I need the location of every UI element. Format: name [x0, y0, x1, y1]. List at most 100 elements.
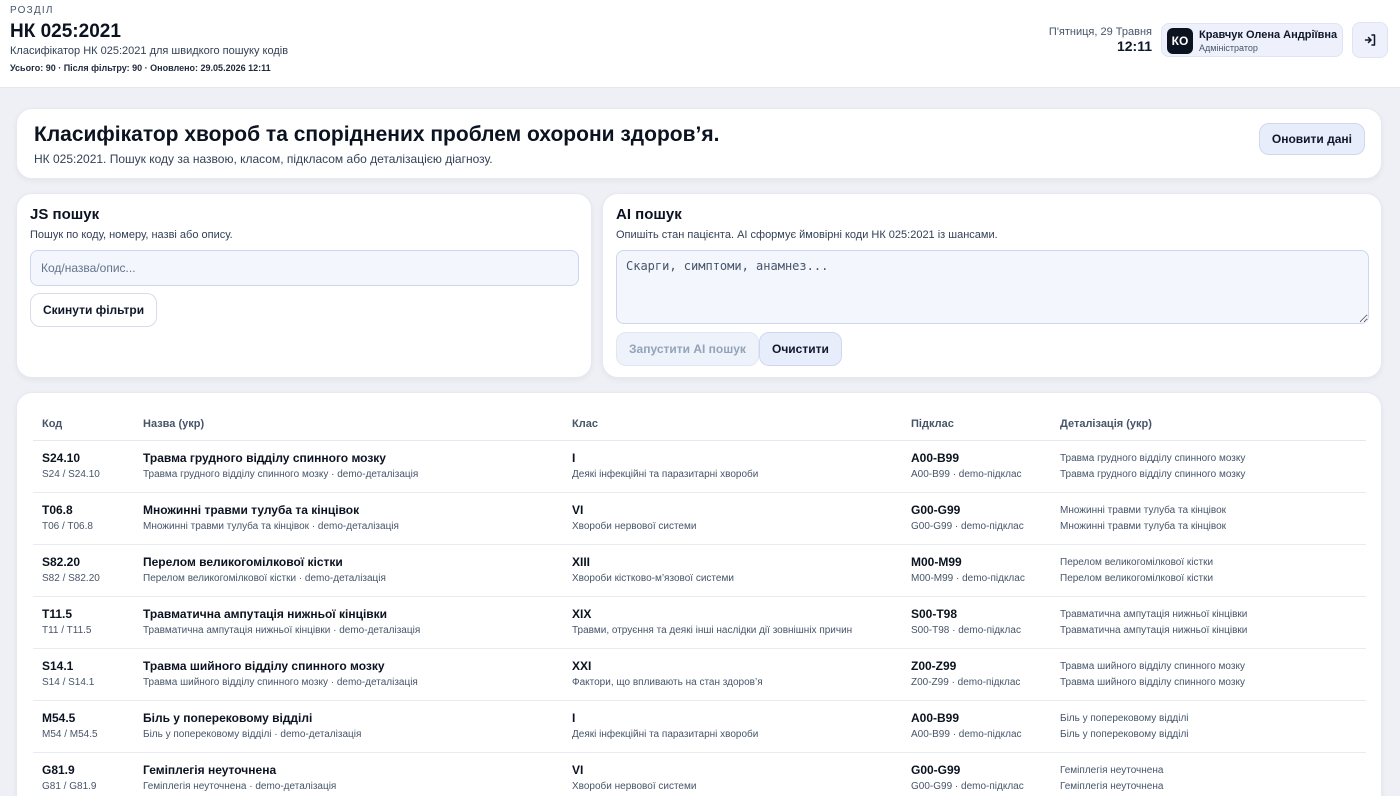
avatar: КО: [1167, 28, 1193, 54]
detail-cell: Геміплегія неуточнена Геміплегія неуточне…: [1060, 765, 1163, 792]
subclass-range: G00-G99: [911, 503, 961, 517]
code-cell: S14.1 S14 / S14.1: [42, 659, 94, 688]
detail-line: Біль у поперековому відділі: [1060, 729, 1189, 740]
subclass-detail: A00-B99 · demo-підклас: [911, 469, 1022, 480]
class-numeral: VI: [572, 763, 584, 777]
name-cell: Травма шийного відділу спинного мозку Тра…: [143, 659, 418, 688]
column-header-subclass[interactable]: Підклас: [911, 418, 954, 430]
name-detail: Травматична ампутація нижньої кінцівки ·…: [143, 625, 421, 636]
code-path: G81 / G81.9: [42, 781, 97, 792]
subclass-range: A00-B99: [911, 451, 960, 465]
code: M54.5: [42, 711, 76, 725]
code-cell: T11.5 T11 / T11.5: [42, 607, 91, 636]
diagnosis-name: Травма шийного відділу спинного мозку: [143, 659, 385, 673]
column-header-code[interactable]: Код: [42, 418, 62, 430]
run-ai-search-button[interactable]: Запустити AI пошук: [616, 332, 759, 366]
class-cell: VI Хвороби нервової системи: [572, 503, 696, 532]
name-detail: Перелом великогомілкової кістки · demo-д…: [143, 573, 386, 584]
code-path: S24 / S24.10: [42, 469, 100, 480]
refresh-data-button[interactable]: Оновити дані: [1258, 123, 1365, 155]
page-subtitle: Класифікатор НК 025:2021 для швидкого по…: [10, 45, 289, 57]
class-name: Хвороби кістково-м’язової системи: [572, 573, 734, 584]
detail-line: Травма шийного відділу спинного мозку: [1060, 677, 1245, 688]
subclass-cell: G00-G99 G00-G99 · demo-підклас: [911, 763, 1024, 792]
hero-title: Класифікатор хвороб та споріднених пробл…: [34, 123, 720, 146]
diagnosis-name: Перелом великогомілкової кістки: [143, 555, 343, 569]
table-body: S24.10 S24 / S24.10 Травма грудного відді…: [33, 441, 1366, 796]
user-chip[interactable]: КО Кравчук Олена Андріївна Адміністратор: [1161, 23, 1343, 57]
subclass-cell: S00-T98 S00-T98 · demo-підклас: [911, 607, 1021, 636]
subclass-cell: G00-G99 G00-G99 · demo-підклас: [911, 503, 1024, 532]
code-path: M54 / M54.5: [42, 729, 98, 740]
detail-line: Біль у поперековому відділі: [1060, 713, 1189, 724]
subclass-range: S00-T98: [911, 607, 958, 621]
class-numeral: I: [572, 711, 576, 725]
class-cell: I Деякі інфекційні та паразитарні хвороби: [572, 711, 758, 740]
code: S24.10: [42, 451, 81, 465]
name-cell: Травма грудного відділу спинного мозку Тр…: [143, 451, 418, 480]
clear-ai-button[interactable]: Очистити: [759, 332, 842, 366]
detail-line: Множинні травми тулуба та кінцівок: [1060, 521, 1227, 532]
table-header: Код Назва (укр) Клас Підклас Деталізація…: [33, 411, 1366, 441]
subclass-detail: Z00-Z99 · demo-підклас: [911, 677, 1021, 688]
table-row[interactable]: T11.5 T11 / T11.5 Травматична ампутація н…: [33, 597, 1366, 649]
table-row[interactable]: T06.8 T06 / T06.8 Множинні травми тулуба …: [33, 493, 1366, 545]
table-row[interactable]: S82.20 S82 / S82.20 Перелом великогомілко…: [33, 545, 1366, 597]
stats-line: Усього: 90 · Після фільтру: 90 · Оновлен…: [10, 63, 271, 73]
date-time: П'ятниця, 29 Травня 12:11: [1049, 26, 1152, 54]
class-cell: XIII Хвороби кістково-м’язової системи: [572, 555, 734, 584]
code-cell: S24.10 S24 / S24.10: [42, 451, 100, 480]
class-cell: XIX Травми, отруєння та деякі інші наслід…: [572, 607, 852, 636]
code-cell: G81.9 G81 / G81.9: [42, 763, 96, 792]
detail-cell: Множинні травми тулуба та кінцівок Множин…: [1060, 505, 1226, 532]
subclass-detail: G00-G99 · demo-підклас: [911, 781, 1024, 792]
name-cell: Перелом великогомілкової кістки Перелом в…: [143, 555, 386, 584]
detail-line: Перелом великогомілкової кістки: [1060, 573, 1214, 584]
subclass-range: G00-G99: [911, 763, 961, 777]
detail-cell: Травма грудного відділу спинного мозку Тр…: [1060, 453, 1245, 480]
js-search-input[interactable]: [30, 250, 579, 286]
current-time: 12:11: [1116, 38, 1152, 54]
logout-icon: [1364, 34, 1376, 46]
subclass-cell: A00-B99 A00-B99 · demo-підклас: [911, 451, 1022, 480]
table-row[interactable]: S24.10 S24 / S24.10 Травма грудного відді…: [33, 441, 1366, 493]
subclass-cell: Z00-Z99 Z00-Z99 · demo-підклас: [911, 659, 1020, 688]
subclass-range: M00-M99: [911, 555, 962, 569]
detail-line: Травматична ампутація нижньої кінцівки: [1060, 625, 1248, 636]
diagnosis-name: Геміплегія неуточнена: [143, 763, 277, 777]
code-cell: M54.5 M54 / M54.5: [42, 711, 98, 740]
code: S14.1: [42, 659, 74, 673]
code: T11.5: [42, 607, 73, 621]
code-path: T11 / T11.5: [42, 625, 92, 636]
hero-card: Класифікатор хвороб та споріднених пробл…: [16, 108, 1382, 179]
column-header-detail[interactable]: Деталізація (укр): [1060, 418, 1152, 430]
table-row[interactable]: M54.5 M54 / M54.5 Біль у поперековому від…: [33, 701, 1366, 753]
class-name: Деякі інфекційні та паразитарні хвороби: [572, 469, 759, 480]
detail-line: Перелом великогомілкової кістки: [1060, 557, 1214, 568]
current-date: П'ятниця, 29 Травня: [1048, 26, 1152, 38]
user-name: Кравчук Олена Андріївна: [1199, 29, 1338, 41]
detail-line: Травма грудного відділу спинного мозку: [1060, 453, 1246, 464]
ai-search-textarea[interactable]: [616, 250, 1369, 324]
reset-filters-button[interactable]: Скинути фільтри: [30, 293, 158, 327]
code: S82.20: [42, 555, 81, 569]
logout-button[interactable]: [1352, 22, 1388, 58]
subclass-cell: M00-M99 M00-M99 · demo-підклас: [911, 555, 1025, 584]
name-detail: Множинні травми тулуба та кінцівок · dem…: [143, 521, 399, 532]
detail-line: Травма грудного відділу спинного мозку: [1060, 469, 1246, 480]
name-cell: Травматична ампутація нижньої кінцівки Тр…: [143, 607, 420, 636]
ai-search-card: AI пошук Опишіть стан пацієнта. AI сформ…: [602, 193, 1382, 378]
column-header-name[interactable]: Назва (укр): [143, 418, 204, 430]
table-row[interactable]: S14.1 S14 / S14.1 Травма шийного відділу …: [33, 649, 1366, 701]
code-cell: S82.20 S82 / S82.20: [42, 555, 100, 584]
detail-cell: Травматична ампутація нижньої кінцівки Тр…: [1060, 609, 1247, 636]
table-row[interactable]: G81.9 G81 / G81.9 Геміплегія неуточнена Ге…: [33, 753, 1366, 796]
detail-line: Геміплегія неуточнена: [1060, 781, 1164, 792]
class-name: Травми, отруєння та деякі інші наслідки …: [572, 625, 853, 636]
class-name: Фактори, що впливають на стан здоров’я: [572, 677, 763, 688]
name-detail: Травма грудного відділу спинного мозку ·…: [143, 469, 419, 480]
section-label: РОЗДІЛ: [10, 5, 54, 16]
class-name: Хвороби нервової системи: [572, 521, 697, 532]
code: T06.8: [42, 503, 73, 517]
column-header-class[interactable]: Клас: [572, 418, 598, 430]
